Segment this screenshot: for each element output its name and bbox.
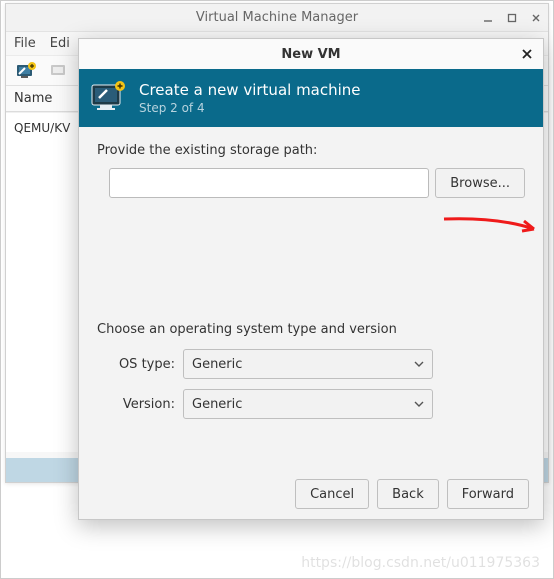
maximize-button[interactable] (500, 4, 524, 32)
storage-path-input[interactable] (109, 168, 429, 198)
forward-button-label: Forward (462, 487, 514, 502)
window-controls (476, 4, 548, 31)
open-vm-toolbar-button[interactable] (44, 58, 72, 84)
storage-path-label: Provide the existing storage path: (97, 143, 525, 158)
dialog-button-bar: Cancel Back Forward (79, 469, 543, 519)
main-titlebar: Virtual Machine Manager (6, 4, 548, 32)
minimize-button[interactable] (476, 4, 500, 32)
banner-title: Create a new virtual machine (139, 81, 361, 99)
banner-text: Create a new virtual machine Step 2 of 4 (139, 81, 361, 115)
back-button-label: Back (392, 487, 424, 502)
version-label: Version: (111, 397, 175, 412)
forward-button[interactable]: Forward (447, 479, 529, 509)
close-button[interactable] (524, 4, 548, 32)
storage-path-row: Browse... (109, 168, 525, 198)
spacer (97, 206, 525, 322)
chevron-down-icon (414, 361, 424, 367)
cancel-button[interactable]: Cancel (295, 479, 369, 509)
os-section-label: Choose an operating system type and vers… (97, 322, 525, 337)
os-type-row: OS type: Generic (111, 349, 525, 379)
browse-button-label: Browse... (450, 176, 510, 191)
dialog-titlebar: New VM (79, 39, 543, 69)
back-button[interactable]: Back (377, 479, 439, 509)
monitor-icon (89, 80, 129, 116)
version-value: Generic (192, 397, 242, 412)
browse-button[interactable]: Browse... (435, 168, 525, 198)
cancel-button-label: Cancel (310, 487, 354, 502)
main-window-title: Virtual Machine Manager (196, 10, 358, 25)
dialog-title: New VM (281, 47, 340, 62)
dialog-body: Provide the existing storage path: Brows… (79, 127, 543, 441)
column-header-name[interactable]: Name (6, 86, 81, 111)
new-vm-toolbar-button[interactable] (12, 58, 40, 84)
watermark: https://blog.csdn.net/u011975363 (301, 555, 540, 571)
menu-edit[interactable]: Edi (50, 36, 70, 51)
banner-step: Step 2 of 4 (139, 101, 361, 115)
version-row: Version: Generic (111, 389, 525, 419)
dialog-banner: Create a new virtual machine Step 2 of 4 (79, 69, 543, 127)
os-type-combo[interactable]: Generic (183, 349, 433, 379)
list-item-label: QEMU/KV (14, 121, 70, 135)
os-type-value: Generic (192, 357, 242, 372)
version-combo[interactable]: Generic (183, 389, 433, 419)
menu-file[interactable]: File (14, 36, 36, 51)
chevron-down-icon (414, 401, 424, 407)
dialog-close-button[interactable] (515, 42, 539, 66)
os-type-label: OS type: (111, 357, 175, 372)
new-vm-dialog: New VM Create a new virtual machine Step… (78, 38, 544, 520)
